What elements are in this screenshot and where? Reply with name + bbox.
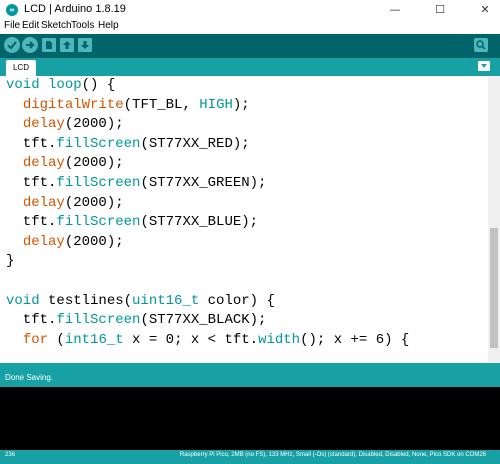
code-token: testlines( [39, 292, 133, 309]
code-line[interactable]: delay(2000); [6, 233, 409, 253]
code-line[interactable]: delay(2000); [6, 194, 409, 214]
menu-sketch[interactable]: Sketch [41, 20, 72, 31]
code-token: (TFT_BL, [123, 96, 200, 113]
serial-monitor-icon [476, 40, 486, 50]
code-line[interactable]: digitalWrite(TFT_BL, HIGH); [6, 96, 409, 116]
save-sketch-button[interactable] [78, 38, 92, 52]
code-token: ); [232, 96, 250, 113]
line-number: 236 [5, 452, 16, 458]
serial-monitor-button[interactable] [474, 38, 488, 52]
code-token: digitalWrite [22, 96, 124, 113]
arduino-logo-icon: ∞ [6, 4, 18, 16]
code-token: for [22, 331, 49, 348]
title-bar: ∞ LCD | Arduino 1.8.19 — ☐ ✕ [0, 0, 500, 20]
code-line[interactable]: tft.fillScreen(ST77XX_RED); [6, 135, 409, 155]
code-token: x = 0; x < tft. [123, 331, 259, 348]
menu-edit[interactable]: Edit [22, 20, 39, 31]
code-token: width [258, 331, 301, 348]
code-line[interactable]: tft.fillScreen(ST77XX_GREEN); [6, 174, 409, 194]
menu-file[interactable]: File [4, 20, 20, 31]
upload-icon [26, 41, 35, 49]
code-token: (ST77XX_GREEN); [140, 174, 267, 191]
code-line[interactable]: delay(2000); [6, 154, 409, 174]
code-token: fillScreen [56, 214, 141, 231]
code-token: fillScreen [56, 135, 141, 152]
code-line[interactable]: tft.fillScreen(ST77XX_BLUE); [6, 213, 409, 233]
minimize-button[interactable]: — [380, 0, 410, 20]
code-token: (ST77XX_BLUE); [140, 214, 259, 231]
status-message: Done Saving. [5, 373, 54, 382]
scrollbar-thumb[interactable] [490, 228, 498, 348]
new-icon [46, 41, 52, 49]
code-token: int16_t [64, 331, 124, 348]
code-token: (ST77XX_RED); [140, 135, 250, 152]
verify-button[interactable] [4, 37, 20, 53]
code-token: (ST77XX_BLACK); [140, 312, 267, 329]
code-token: void [6, 292, 40, 309]
code-token: (2000); [64, 194, 124, 211]
toolbar [0, 34, 500, 58]
console-output[interactable] [0, 387, 500, 450]
code-token: tft. [6, 174, 57, 191]
verify-icon [7, 41, 17, 50]
code-token: () { [81, 77, 116, 93]
code-line[interactable]: for (int16_t x = 0; x < tft.width(); x +… [6, 331, 410, 351]
open-sketch-button[interactable] [60, 38, 74, 52]
maximize-button[interactable]: ☐ [425, 0, 455, 20]
tab-menu-button[interactable] [478, 61, 490, 71]
code-line[interactable] [6, 272, 409, 292]
chevron-down-icon [481, 64, 487, 68]
code-token: tft. [6, 214, 57, 231]
open-icon [63, 41, 71, 49]
code-line[interactable]: tft.fillScreen(ST77XX_BLACK); [6, 311, 409, 331]
code-editor[interactable]: void loop() { digitalWrite(TFT_BL, HIGH)… [0, 76, 488, 363]
code-token: HIGH [199, 96, 233, 113]
code-line[interactable]: } [6, 252, 409, 272]
footer-bar: 236 Raspberry Pi Pico, 2MB (no FS), 133 … [0, 450, 500, 464]
upload-button[interactable] [22, 37, 38, 53]
code-token: loop [48, 77, 82, 93]
tab-bar: LCD [0, 58, 500, 76]
window-title: LCD | Arduino 1.8.19 [24, 3, 126, 15]
board-info: Raspberry Pi Pico, 2MB (no FS), 133 MHz,… [179, 452, 486, 458]
menu-bar: File Edit Sketch Tools Help [0, 20, 500, 34]
code-token: delay [22, 233, 65, 250]
code-token: (2000); [64, 155, 124, 172]
code-token: delay [22, 116, 65, 133]
code-token: (2000); [64, 116, 124, 133]
code-token: delay [22, 194, 65, 211]
code-token: fillScreen [56, 312, 141, 329]
code-token: (); x += 6) { [300, 331, 410, 348]
code-token: ( [48, 331, 65, 348]
code-token: fillScreen [56, 174, 141, 191]
editor-scrollbar[interactable] [488, 76, 500, 363]
new-sketch-button[interactable] [42, 38, 56, 52]
code-token: } [6, 253, 15, 270]
tab-lcd[interactable]: LCD [6, 60, 36, 76]
code-token: delay [22, 155, 65, 172]
code-token: (2000); [64, 233, 124, 250]
code-line[interactable]: void testlines(uint16_t color) { [6, 292, 409, 312]
code-token: color) { [199, 292, 275, 309]
code-text[interactable]: void loop() { digitalWrite(TFT_BL, HIGH)… [6, 76, 409, 350]
code-line[interactable]: delay(2000); [6, 115, 409, 135]
code-token: tft. [6, 135, 57, 152]
status-bar: Done Saving. [0, 363, 500, 387]
code-token: uint16_t [132, 292, 200, 309]
code-token: tft. [6, 312, 57, 329]
menu-tools[interactable]: Tools [71, 20, 94, 31]
close-button[interactable]: ✕ [470, 0, 500, 20]
menu-help[interactable]: Help [98, 20, 119, 31]
save-icon [81, 41, 89, 49]
code-line[interactable]: void loop() { [6, 76, 409, 96]
code-token: void [6, 77, 40, 93]
